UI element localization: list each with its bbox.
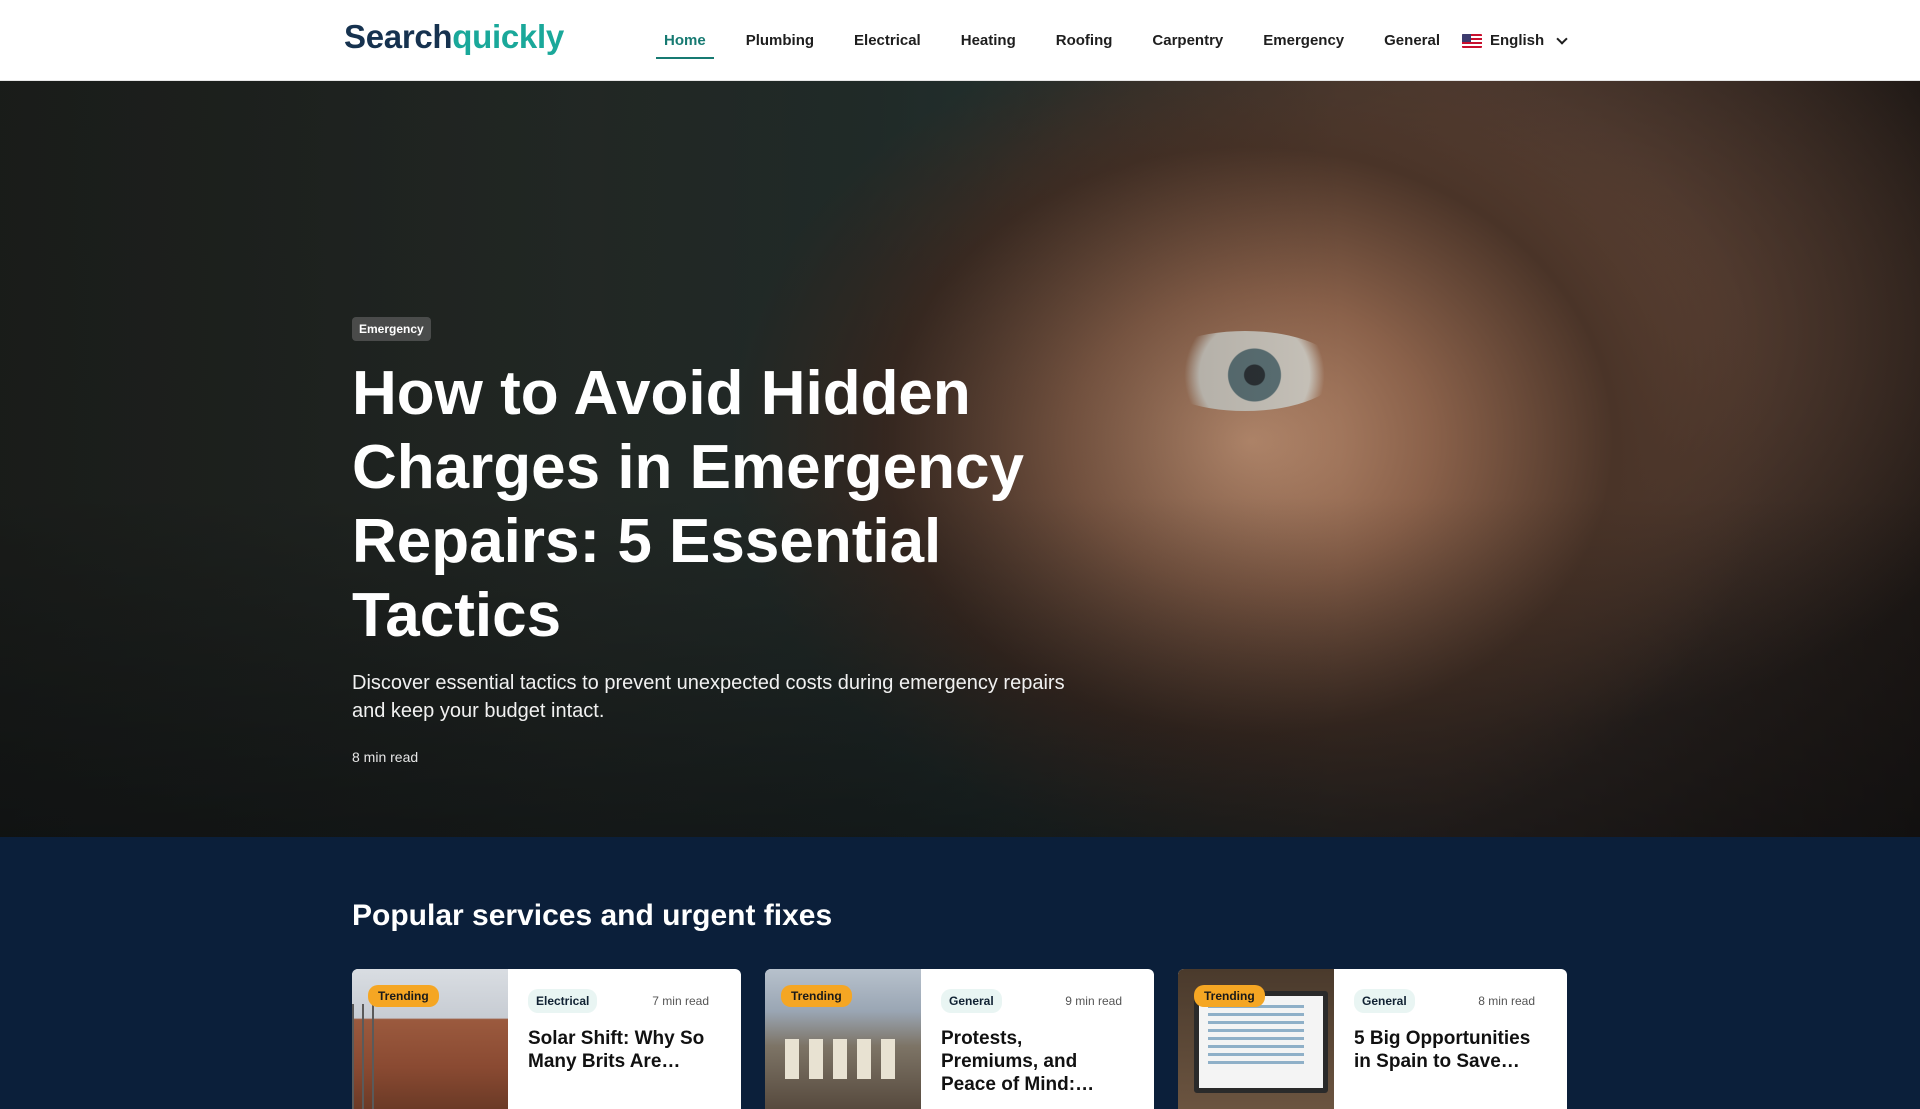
hero-title[interactable]: How to Avoid Hidden Charges in Emergency… [352, 357, 1072, 653]
card-body: Electrical 7 min read Solar Shift: Why S… [508, 969, 741, 1109]
trending-badge: Trending [781, 985, 852, 1007]
card-title[interactable]: Protests, Premiums, and Peace of Mind:… [941, 1027, 1122, 1096]
popular-cards: Trending Electrical 7 min read Solar Shi… [352, 969, 1568, 1109]
main-nav: Home Plumbing Electrical Heating Roofing… [656, 0, 1472, 81]
article-card[interactable]: Trending Electrical 7 min read Solar Shi… [352, 969, 741, 1109]
nav-carpentry[interactable]: Carpentry [1144, 24, 1231, 57]
nav-plumbing[interactable]: Plumbing [738, 24, 822, 57]
card-meta: Electrical 7 min read [528, 989, 709, 1013]
card-read-time: 8 min read [1478, 994, 1535, 1008]
card-image-houses: Trending [352, 969, 508, 1109]
card-title[interactable]: 5 Big Opportunities in Spain to Save… [1354, 1027, 1535, 1073]
nav-roofing[interactable]: Roofing [1048, 24, 1121, 57]
card-body: General 9 min read Protests, Premiums, a… [921, 969, 1154, 1109]
card-category[interactable]: Electrical [528, 989, 598, 1013]
nav-home[interactable]: Home [656, 24, 714, 59]
site-logo[interactable]: Searchquickly [344, 18, 564, 56]
hero-category-badge[interactable]: Emergency [352, 317, 431, 341]
card-read-time: 7 min read [652, 994, 709, 1008]
nav-heating[interactable]: Heating [953, 24, 1024, 57]
card-title[interactable]: Solar Shift: Why So Many Brits Are… [528, 1027, 709, 1073]
card-category[interactable]: General [941, 989, 1002, 1013]
card-read-time: 9 min read [1065, 994, 1122, 1008]
logo-text-accent: quickly [452, 18, 564, 55]
nav-electrical[interactable]: Electrical [846, 24, 929, 57]
hero-banner[interactable]: Emergency How to Avoid Hidden Charges in… [0, 81, 1920, 837]
us-flag-icon [1462, 33, 1482, 48]
language-selector[interactable]: English [1462, 0, 1568, 81]
popular-section: Popular services and urgent fixes Trendi… [0, 837, 1920, 1109]
card-meta: General 8 min read [1354, 989, 1535, 1013]
trending-badge: Trending [1194, 985, 1265, 1007]
article-card[interactable]: Trending General 8 min read 5 Big Opport… [1178, 969, 1567, 1109]
card-category[interactable]: General [1354, 989, 1415, 1013]
card-meta: General 9 min read [941, 989, 1122, 1013]
card-body: General 8 min read 5 Big Opportunities i… [1334, 969, 1567, 1109]
hero-content: Emergency How to Avoid Hidden Charges in… [352, 317, 1092, 765]
article-card[interactable]: Trending General 9 min read Protests, Pr… [765, 969, 1154, 1109]
card-image-laptop: Trending [1178, 969, 1334, 1109]
site-header: Searchquickly Home Plumbing Electrical H… [0, 0, 1920, 81]
nav-general[interactable]: General [1376, 24, 1448, 57]
logo-text-primary: Search [344, 18, 453, 55]
language-label: English [1490, 32, 1545, 49]
chevron-down-icon [1556, 32, 1568, 45]
popular-section-title: Popular services and urgent fixes [352, 899, 833, 932]
hero-subtitle: Discover essential tactics to prevent un… [352, 672, 1065, 722]
nav-emergency[interactable]: Emergency [1255, 24, 1352, 57]
card-image-protest: Trending [765, 969, 921, 1109]
trending-badge: Trending [368, 985, 439, 1007]
hero-read-time: 8 min read [352, 749, 419, 765]
